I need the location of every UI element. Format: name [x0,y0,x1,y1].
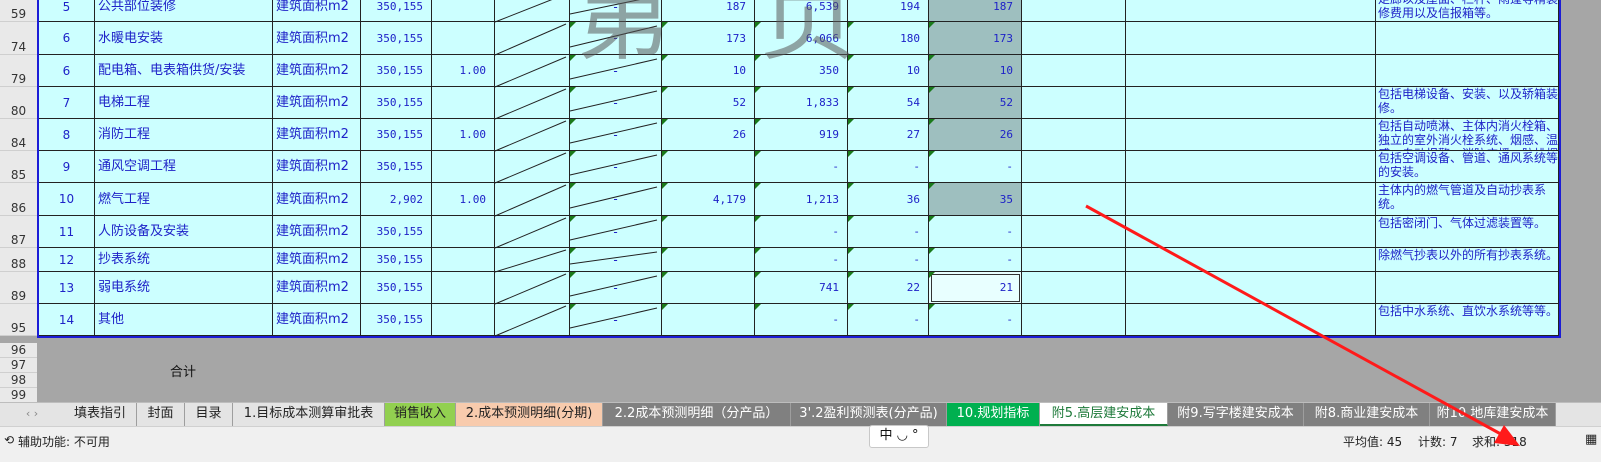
row-number: 99 [10,388,27,402]
sheet-tab[interactable]: 附8.商业建安成本 [1304,403,1430,426]
row-header[interactable]: 98 [0,373,37,388]
row-number: 97 [10,358,27,372]
ime-indicator[interactable]: 中 ◡ ° [869,425,929,448]
sheet-tab[interactable]: 附9.写字楼建安成本 [1168,403,1304,426]
sheet-tab[interactable]: 2.成本预测明细(分期) [456,403,603,426]
row-header[interactable]: 97 [0,358,37,373]
count-value: 计数: 7 [1418,435,1458,449]
status-bar: ⟲ 辅助功能: 不可用 平均值: 45 计数: 7 求和: 318 ▦ [0,426,1601,462]
spreadsheet-area[interactable]: 59 74 79 80 84 85 86 87 88 89 95 96 97 98 99 5 公共部位装修 建筑… [0,0,1601,410]
sheet-tab[interactable]: 2.2成本预测明细（分产品） [603,403,791,426]
sheet-tab[interactable]: 填表指引 [64,403,137,426]
row-number: 98 [10,373,27,387]
row-header[interactable]: 96 [0,343,37,358]
sheet-tab[interactable]: 销售收入 [385,403,456,426]
sum-value: 求和: 318 [1472,435,1527,449]
sheet-tab[interactable]: 附10.地库建安成本 [1430,403,1556,426]
sheet-tab[interactable]: 封面 [137,403,185,426]
sheet-tab-bar: ‹ › 填表指引 封面 目录 1.目标成本测算审批表 销售收入 2.成本预测明细(分期) 2… [0,402,1601,427]
sheet-tab[interactable]: 附5.高层建安成本 [1040,403,1168,426]
sheet-tab[interactable]: 10.规划指标 [947,403,1040,426]
accessibility-icon: ⟲ [4,433,15,447]
sheet-tab[interactable]: 3'.2盈利预测表(分产品) [791,403,947,426]
average-value: 平均值: 45 [1343,435,1403,449]
row-number: 96 [10,343,27,357]
total-label: 合计 [170,365,197,380]
row-header[interactable]: 99 [0,388,37,403]
normal-view-icon[interactable]: ▦ [1585,432,1597,447]
accessibility-status[interactable]: 辅助功能: 不可用 [18,433,110,450]
tab-scroll-arrows[interactable]: ‹ › [0,403,64,426]
sheet-tab[interactable]: 1.目标成本测算审批表 [233,403,385,426]
sheet-tab[interactable]: 目录 [185,403,233,426]
